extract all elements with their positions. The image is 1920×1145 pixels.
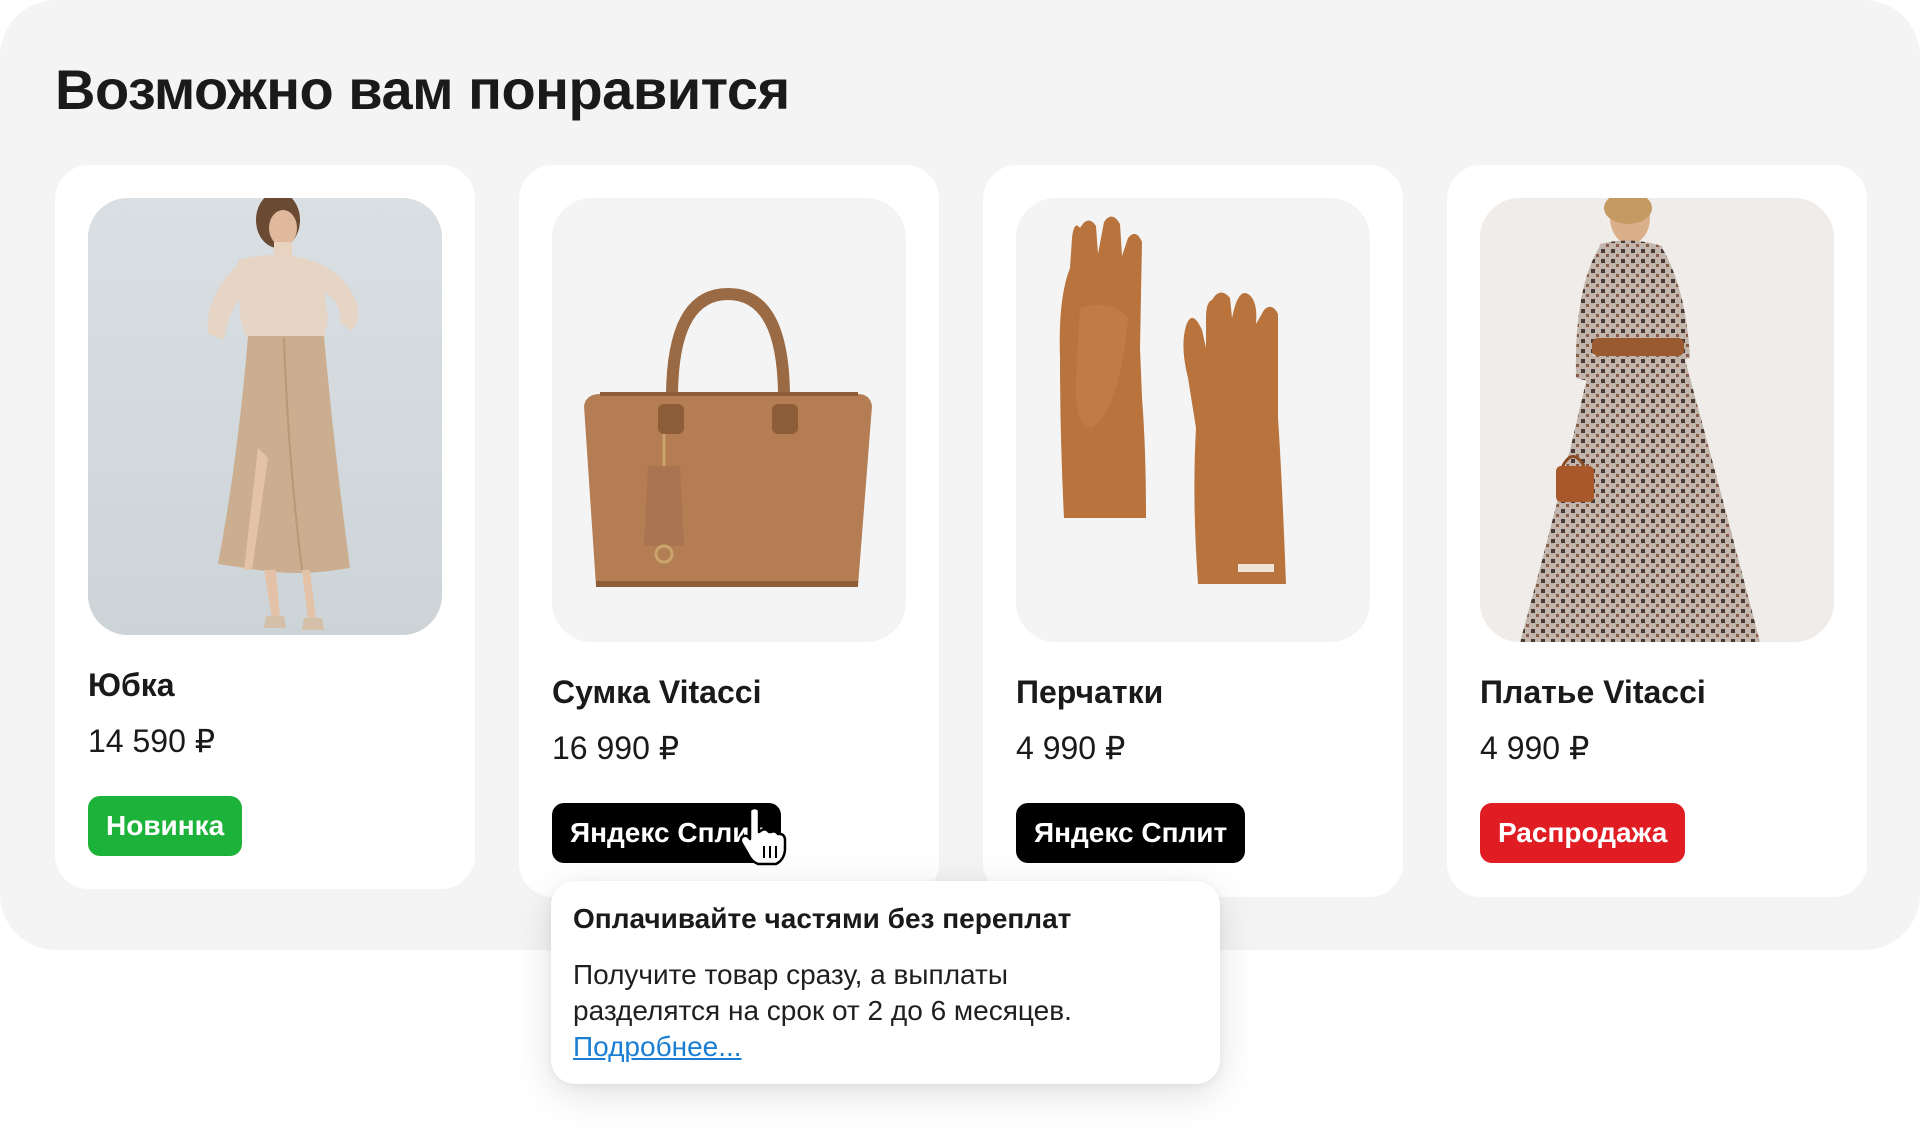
tooltip-title: Оплачивайте частями без переплат: [573, 903, 1072, 934]
product-card-dress[interactable]: Платье Vitacci 4 990 ₽ Распродажа: [1447, 165, 1867, 897]
split-tooltip: Оплачивайте частями без переплат Получит…: [551, 881, 1220, 1084]
recommendations-panel: Возможно вам понравится Юбка 14 590 ₽ Но…: [0, 0, 1920, 950]
product-card-handbag[interactable]: Сумка Vitacci 16 990 ₽ Яндекс Сплит: [519, 165, 939, 897]
tooltip-text: Получите товар сразу, а выплаты разделят…: [573, 959, 1072, 1026]
more-link[interactable]: Подробнее...: [573, 1031, 742, 1062]
product-name[interactable]: Юбка: [88, 665, 175, 705]
product-price: 4 990 ₽: [1016, 730, 1126, 766]
tooltip-body: Получите товар сразу, а выплаты разделят…: [573, 957, 1093, 1065]
product-image-handbag[interactable]: [552, 198, 906, 642]
product-image-gloves[interactable]: [1016, 198, 1370, 642]
product-name[interactable]: Перчатки: [1016, 672, 1163, 712]
section-title: Возможно вам понравится: [55, 58, 790, 121]
product-card-gloves[interactable]: Перчатки 4 990 ₽ Яндекс Сплит: [983, 165, 1403, 897]
hand-pointer-icon: [738, 806, 788, 866]
product-price: 16 990 ₽: [552, 730, 680, 766]
badge-yandex-split[interactable]: Яндекс Сплит: [1016, 803, 1246, 863]
badge-sale[interactable]: Распродажа: [1480, 803, 1686, 863]
badge-new[interactable]: Новинка: [88, 796, 243, 856]
product-image-dress[interactable]: [1480, 198, 1834, 642]
product-image-skirt[interactable]: [88, 198, 442, 635]
product-price: 14 590 ₽: [88, 723, 216, 759]
product-name[interactable]: Платье Vitacci: [1480, 672, 1706, 712]
product-name[interactable]: Сумка Vitacci: [552, 672, 761, 712]
product-card-skirt[interactable]: Юбка 14 590 ₽ Новинка: [55, 165, 475, 889]
product-price: 4 990 ₽: [1480, 730, 1590, 766]
